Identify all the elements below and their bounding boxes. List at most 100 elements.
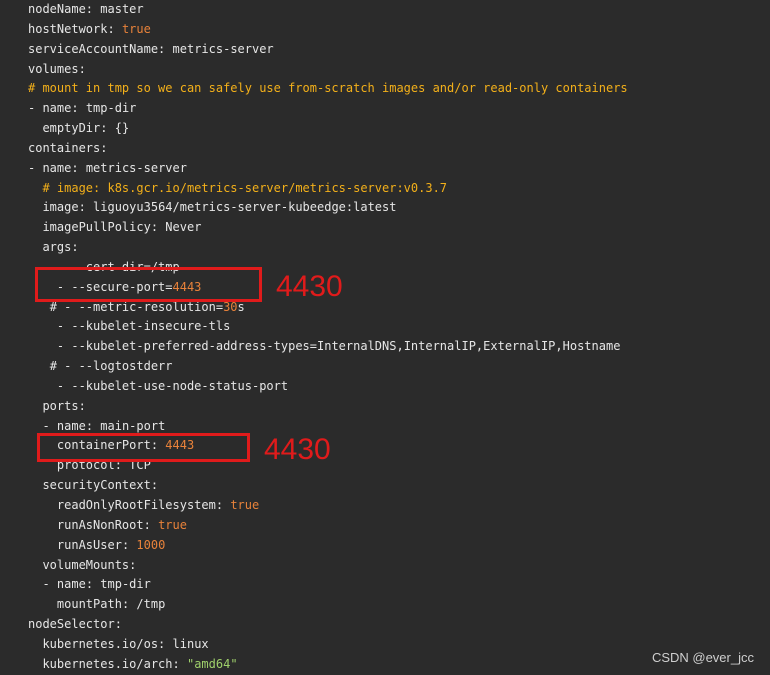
code-line: nodeName: master xyxy=(28,0,144,20)
code-line: image: liguoyu3564/metrics-server-kubeed… xyxy=(28,198,396,218)
yaml-colon: : xyxy=(78,61,86,76)
yaml-arg: - --kubelet-insecure-tls xyxy=(56,319,231,334)
code-line: - --kubelet-use-node-status-port xyxy=(28,377,288,397)
yaml-colon: : xyxy=(85,577,94,592)
yaml-code-view: nodeName: master hostNetwork: true service… xyxy=(0,0,770,675)
yaml-key: image xyxy=(42,200,79,215)
container-port-highlight-box xyxy=(37,433,250,462)
yaml-key: name xyxy=(42,160,72,175)
yaml-colon: : xyxy=(71,160,79,175)
yaml-key: kubernetes.io/arch xyxy=(42,656,173,671)
yaml-value: metrics-server xyxy=(85,160,187,175)
yaml-value: true xyxy=(230,498,260,512)
yaml-value: tmp-dir xyxy=(100,577,151,592)
yaml-colon: : xyxy=(129,557,137,572)
yaml-key: serviceAccountName xyxy=(28,41,159,56)
yaml-colon: : xyxy=(85,418,94,433)
yaml-key: name xyxy=(42,101,72,116)
yaml-value: /tmp xyxy=(136,597,166,612)
yaml-comment: # image: k8s.gcr.io/metrics-server/metri… xyxy=(42,180,448,195)
yaml-value: Never xyxy=(165,220,202,235)
yaml-key: nodeName xyxy=(28,2,86,16)
yaml-colon: : xyxy=(71,240,79,255)
yaml-colon: : xyxy=(215,498,224,512)
yaml-value: master xyxy=(100,2,144,16)
yaml-colon: : xyxy=(78,200,86,215)
yaml-dash: - xyxy=(42,577,57,592)
screenshot-root: nodeName: master hostNetwork: true service… xyxy=(0,0,770,675)
yaml-key: securityContext xyxy=(42,478,151,493)
yaml-value: main-port xyxy=(100,418,166,433)
code-line: - --kubelet-insecure-tls xyxy=(28,317,230,337)
yaml-key: nodeSelector xyxy=(28,617,115,632)
yaml-colon: : xyxy=(150,478,159,493)
code-line: runAsUser: 1000 xyxy=(28,536,165,556)
yaml-key: hostNetwork xyxy=(28,21,108,36)
yaml-key: volumes xyxy=(28,61,79,76)
yaml-comment: # mount in tmp so we can safely use from… xyxy=(28,81,628,96)
yaml-value: metrics-server xyxy=(172,41,274,56)
yaml-value: 1000 xyxy=(136,537,166,552)
yaml-value: true xyxy=(121,21,151,36)
yaml-dash: - xyxy=(28,160,43,175)
code-line: mountPath: /tmp xyxy=(28,595,165,615)
watermark: CSDN @ever_jcc xyxy=(651,650,754,665)
code-line: runAsNonRoot: true xyxy=(28,516,187,536)
code-line: nodeSelector: xyxy=(28,615,122,635)
yaml-value: {} xyxy=(114,121,130,136)
yaml-key: runAsNonRoot xyxy=(56,517,144,532)
yaml-colon: : xyxy=(107,21,115,36)
yaml-dash: - xyxy=(42,418,57,433)
code-line: args: xyxy=(28,238,79,258)
yaml-key: imagePullPolicy xyxy=(42,220,151,235)
code-line: - name: tmp-dir xyxy=(28,575,151,595)
yaml-dash: - xyxy=(28,101,43,116)
yaml-colon: : xyxy=(78,398,86,413)
yaml-colon: : xyxy=(150,220,159,235)
yaml-key: kubernetes.io/os xyxy=(42,636,159,651)
code-line: readOnlyRootFilesystem: true xyxy=(28,496,259,516)
code-line: serviceAccountName: metrics-server xyxy=(28,40,274,60)
yaml-colon: : xyxy=(172,656,180,671)
code-line: containers: xyxy=(28,139,107,159)
code-line: # image: k8s.gcr.io/metrics-server/metri… xyxy=(28,179,447,199)
yaml-value: liguoyu3564/metrics-server-kubeedge:late… xyxy=(93,200,397,215)
code-line: - --kubelet-preferred-address-types=Inte… xyxy=(28,337,621,357)
secure-port-annotation: 4430 xyxy=(276,270,343,303)
yaml-value: "amd64" xyxy=(186,656,238,671)
yaml-colon: : xyxy=(100,140,108,155)
yaml-colon: : xyxy=(85,2,94,16)
code-line: kubernetes.io/arch: "amd64" xyxy=(28,655,238,675)
yaml-key: args xyxy=(42,240,72,255)
yaml-key: name xyxy=(56,418,86,433)
container-port-annotation: 4430 xyxy=(264,433,331,466)
yaml-key: name xyxy=(56,577,86,592)
code-line: hostNetwork: true xyxy=(28,20,151,40)
yaml-colon: : xyxy=(143,517,151,532)
